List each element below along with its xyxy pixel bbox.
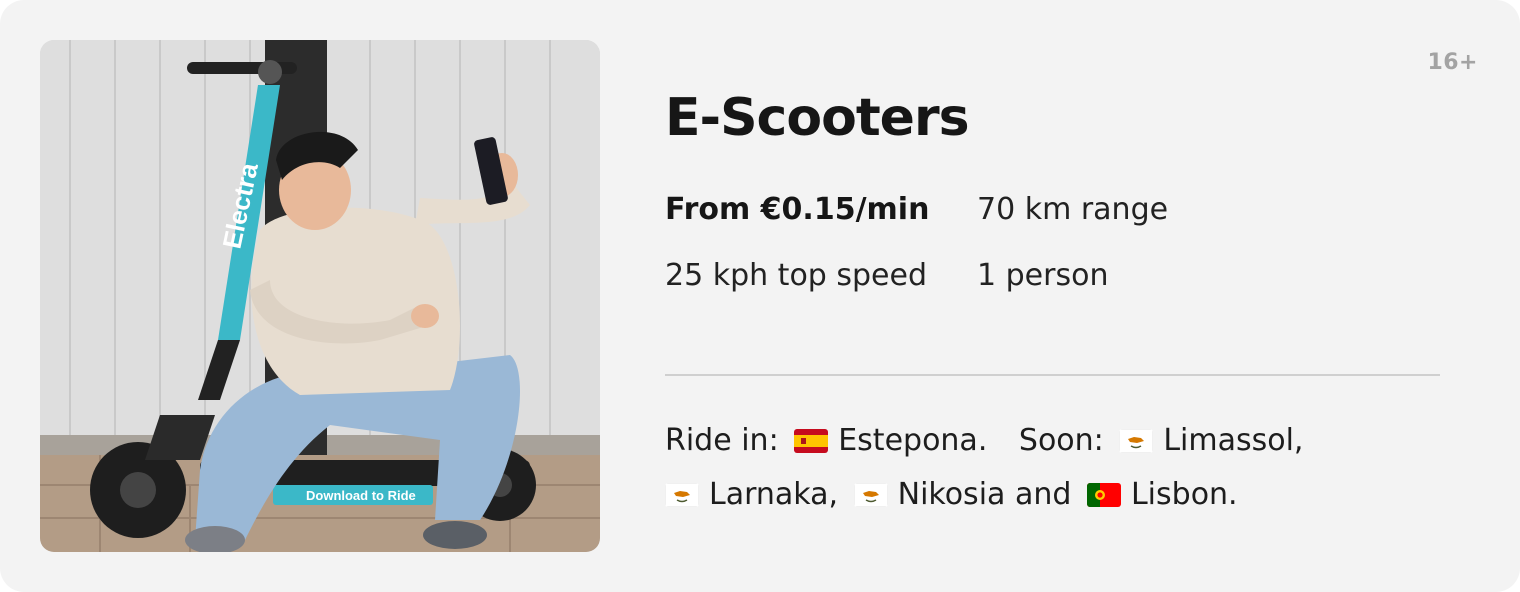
city-nikosia: Nikosia [897,477,1006,512]
cyprus-flag-icon [665,483,699,507]
age-badge: 16+ [1427,50,1478,75]
price-text: From €0.15/min [665,192,930,227]
ride-in-label: Ride in: [665,423,779,458]
spain-flag-icon [794,429,829,453]
city-limassol: Limassol, [1163,423,1304,458]
city-larnaka: Larnaka, [709,477,839,512]
specs-grid: From €0.15/min 70 km range 25 kph top sp… [665,188,1277,320]
city-lisbon: Lisbon. [1130,477,1238,512]
and-word: and [1014,477,1072,512]
cities-row-1: Ride in: Estepona. Soon: Limassol, [665,414,1445,468]
scooter-rider-photo: Electra Download to Ride [40,40,600,552]
cyprus-flag-icon [853,483,888,507]
page-title: E-Scooters [665,88,970,148]
city-estepona: Estepona. [838,423,988,458]
range-text: 70 km range [977,192,1169,227]
top-speed-text: 25 kph top speed [665,258,928,293]
cities-list: Ride in: Estepona. Soon: Limassol, Larna… [665,414,1445,522]
deck-text: Download to Ride [306,488,416,503]
capacity-text: 1 person [977,258,1109,293]
cyprus-flag-icon [1119,429,1154,453]
photo-illustration: Electra Download to Ride [40,40,600,552]
portugal-flag-icon [1086,483,1121,507]
soon-label: Soon: [1018,423,1104,458]
cities-row-2: Larnaka, Nikosia and Lisbon. [665,468,1445,522]
divider [665,374,1440,376]
escooter-card[interactable]: Electra Download to Ride 16+ E-Scooters … [0,0,1520,592]
